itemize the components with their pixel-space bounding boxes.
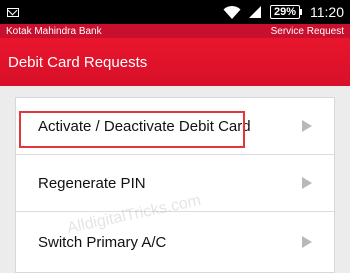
bank-name: Kotak Mahindra Bank [6, 25, 102, 37]
battery-icon: 29% [269, 5, 302, 19]
mail-icon [7, 7, 19, 17]
chevron-right-icon [302, 177, 312, 189]
notification-area [0, 0, 26, 24]
page-title: Debit Card Requests [8, 53, 148, 71]
menu-item-regenerate-pin[interactable]: Regenerate PIN [16, 155, 334, 212]
signal-icon [248, 6, 261, 18]
menu-item-label: Switch Primary A/C [38, 233, 167, 251]
menu-item-activate-deactivate[interactable]: Activate / Deactivate Debit Card [16, 98, 334, 155]
section-label: Service Request [270, 25, 344, 37]
status-indicators: 29% 11:20 [223, 0, 350, 24]
menu-item-label: Regenerate PIN [38, 174, 146, 192]
chevron-right-icon [302, 120, 312, 132]
battery-level: 29% [269, 5, 300, 19]
app-bar: Kotak Mahindra Bank Service Request [0, 24, 350, 38]
menu-item-switch-primary-ac[interactable]: Switch Primary A/C [16, 212, 334, 272]
chevron-right-icon [302, 236, 312, 248]
status-bar: 29% 11:20 [0, 0, 350, 24]
debit-card-request-list: Activate / Deactivate Debit Card Regener… [15, 97, 335, 273]
page-header: Debit Card Requests [0, 38, 350, 86]
battery-tip [300, 9, 302, 15]
menu-item-label: Activate / Deactivate Debit Card [38, 117, 251, 135]
clock: 11:20 [310, 4, 344, 20]
wifi-icon [223, 5, 241, 19]
